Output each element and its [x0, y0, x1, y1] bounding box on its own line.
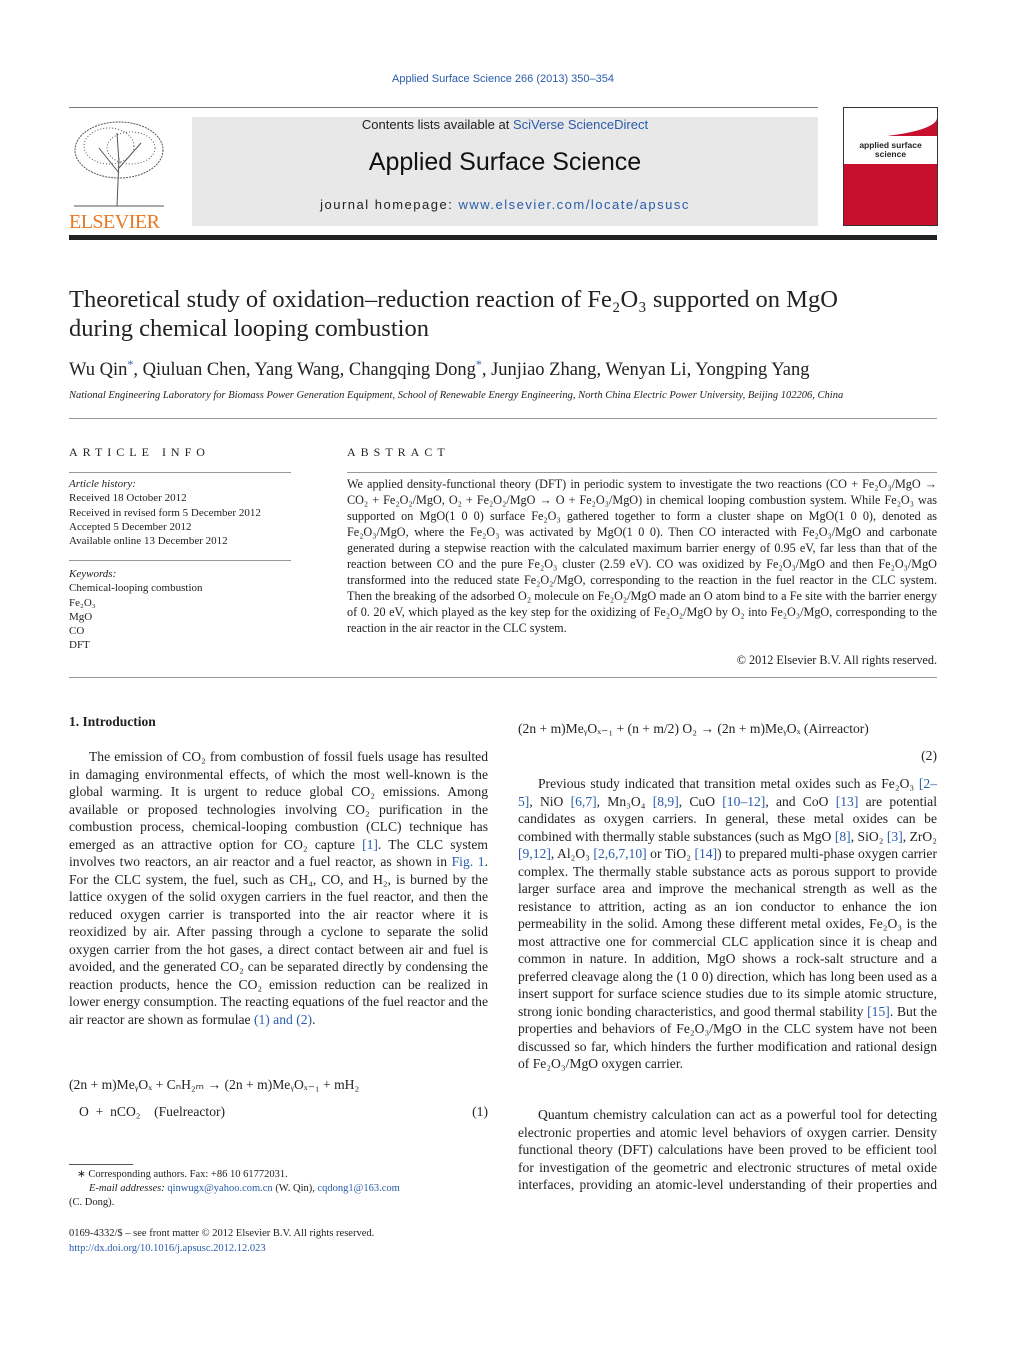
equation-1-line-1: (2n + m)MeᵧOₓ + CₙH₂ₘ → (2n + m)MeᵧOₓ₋₁ …: [69, 1077, 360, 1092]
email-label: E-mail addresses:: [89, 1183, 168, 1194]
cover-title: applied surface science: [844, 136, 937, 164]
sciencedirect-link[interactable]: SciVerse ScienceDirect: [513, 117, 648, 132]
abstract-heading: ABSTRACT: [347, 445, 450, 459]
divider: [69, 472, 291, 473]
contents-line: Contents lists available at SciVerse Sci…: [192, 117, 818, 132]
front-matter: 0169-4332/$ – see front matter © 2012 El…: [69, 1226, 374, 1256]
author-name: Junjiao Zhang: [491, 360, 597, 381]
keywords: Keywords: Chemical-looping combustion Fe…: [69, 567, 203, 653]
reference-link[interactable]: [8,9]: [653, 794, 679, 809]
history-item: Received 18 October 2012: [69, 492, 187, 505]
email-owner: (W. Qin),: [272, 1183, 318, 1194]
reference-link[interactable]: (1) and (2): [254, 1012, 312, 1027]
author-name: Wu Qin: [69, 360, 128, 381]
reference-link[interactable]: Fig. 1: [452, 854, 485, 869]
reference-link[interactable]: [1]: [362, 837, 378, 852]
elsevier-wordmark: ELSEVIER: [69, 211, 160, 233]
section-heading-introduction: 1. Introduction: [69, 714, 156, 729]
homepage-prefix: journal homepage:: [320, 197, 459, 212]
equation-2-number: (2): [921, 748, 937, 763]
history-label: Article history:: [69, 478, 136, 490]
author-name: Qiuluan Chen: [142, 360, 246, 381]
author-name: Changqing Dong: [348, 360, 476, 381]
journal-title: Applied Surface Science: [368, 148, 642, 176]
email-owner: (C. Dong).: [69, 1197, 115, 1208]
contents-prefix: Contents lists available at: [361, 117, 513, 132]
intro-paragraph: Quantum chemistry calculation can act as…: [518, 1107, 937, 1192]
equation-1-number: (1): [472, 1104, 488, 1119]
history-item: Available online 13 December 2012: [69, 535, 228, 548]
abstract-text: We applied density-functional theory (DF…: [347, 477, 937, 635]
reference-link[interactable]: [15]: [867, 1004, 890, 1019]
reference-link[interactable]: [3]: [887, 829, 903, 844]
article-info-heading: ARTICLE INFO: [69, 445, 210, 459]
journal-cover[interactable]: applied surface science: [843, 107, 938, 226]
keyword: Chemical-looping combustion: [69, 582, 203, 595]
corresponding-author-mark[interactable]: *: [476, 357, 482, 371]
reference-link[interactable]: [10–12]: [722, 794, 765, 809]
keywords-label: Keywords:: [69, 568, 117, 580]
article-history: Article history: Received 18 October 201…: [69, 477, 261, 548]
divider: [347, 472, 937, 473]
keyword: Fe₂O₃: [69, 596, 96, 609]
history-item: Accepted 5 December 2012: [69, 520, 192, 533]
title-line: Theoretical study of oxidation–reduction…: [69, 286, 838, 313]
reference-link[interactable]: [6,7]: [571, 794, 597, 809]
issn-line: 0169-4332/$ – see front matter © 2012 El…: [69, 1228, 375, 1239]
header-top-rule: [69, 107, 818, 108]
divider: [69, 560, 291, 561]
equation-2: (2n + m)MeᵧOₓ₋₁ + (n + m/2) O₂ → (2n + m…: [518, 721, 869, 736]
doi-link[interactable]: http://dx.doi.org/10.1016/j.apsusc.2012.…: [69, 1243, 266, 1254]
copyright: © 2012 Elsevier B.V. All rights reserved…: [736, 653, 937, 667]
keyword: CO: [69, 625, 85, 638]
keyword: MgO: [69, 610, 93, 623]
elsevier-logo[interactable]: ELSEVIER: [69, 118, 169, 233]
homepage-line: journal homepage: www.elsevier.com/locat…: [192, 197, 818, 212]
reference-link[interactable]: [13]: [836, 794, 859, 809]
author-list: Wu Qin*, Qiuluan Chen, Yang Wang, Changq…: [69, 357, 810, 381]
footnote-rule: [69, 1164, 133, 1165]
keyword: DFT: [69, 639, 90, 652]
reference-link[interactable]: [9,12]: [518, 846, 551, 861]
homepage-link[interactable]: www.elsevier.com/locate/apsusc: [458, 197, 689, 212]
intro-paragraph: Previous study indicated that transition…: [518, 776, 937, 1071]
reference-link[interactable]: [2,6,7,10]: [593, 846, 646, 861]
author-name: Wenyan Li: [605, 360, 687, 381]
reference-link[interactable]: [14]: [694, 846, 717, 861]
reference-link[interactable]: [8]: [835, 829, 851, 844]
divider: [69, 418, 937, 419]
affiliation: National Engineering Laboratory for Biom…: [69, 390, 844, 401]
divider: [69, 677, 937, 678]
email-link[interactable]: qinwugx@yahoo.com.cn: [167, 1183, 272, 1194]
history-item: Received in revised form 5 December 2012: [69, 506, 261, 519]
title-line: during chemical looping combustion: [69, 315, 429, 342]
article-title: Theoretical study of oxidation–reduction…: [69, 285, 838, 343]
author-name: Yongping Yang: [695, 360, 810, 381]
corresponding-note: ∗ Corresponding authors. Fax: +86 10 617…: [77, 1169, 288, 1180]
journal-banner: Contents lists available at SciVerse Sci…: [192, 117, 818, 226]
author-name: Yang Wang: [254, 360, 340, 381]
elsevier-tree-icon: [74, 121, 164, 207]
citation-link[interactable]: Applied Surface Science 266 (2013) 350–3…: [392, 73, 614, 85]
corresponding-author-mark[interactable]: *: [127, 357, 133, 371]
journal-citation[interactable]: Applied Surface Science 266 (2013) 350–3…: [0, 73, 1006, 85]
header-bottom-rule: [69, 235, 937, 240]
intro-paragraph: The emission of CO₂ from combustion of f…: [69, 749, 488, 1027]
footnote: ∗ Corresponding authors. Fax: +86 10 617…: [69, 1168, 488, 1210]
equation-1-line-2: O + nCO₂ (Fuelreactor): [79, 1104, 226, 1119]
email-link[interactable]: cqdong1@163.com: [318, 1183, 400, 1194]
